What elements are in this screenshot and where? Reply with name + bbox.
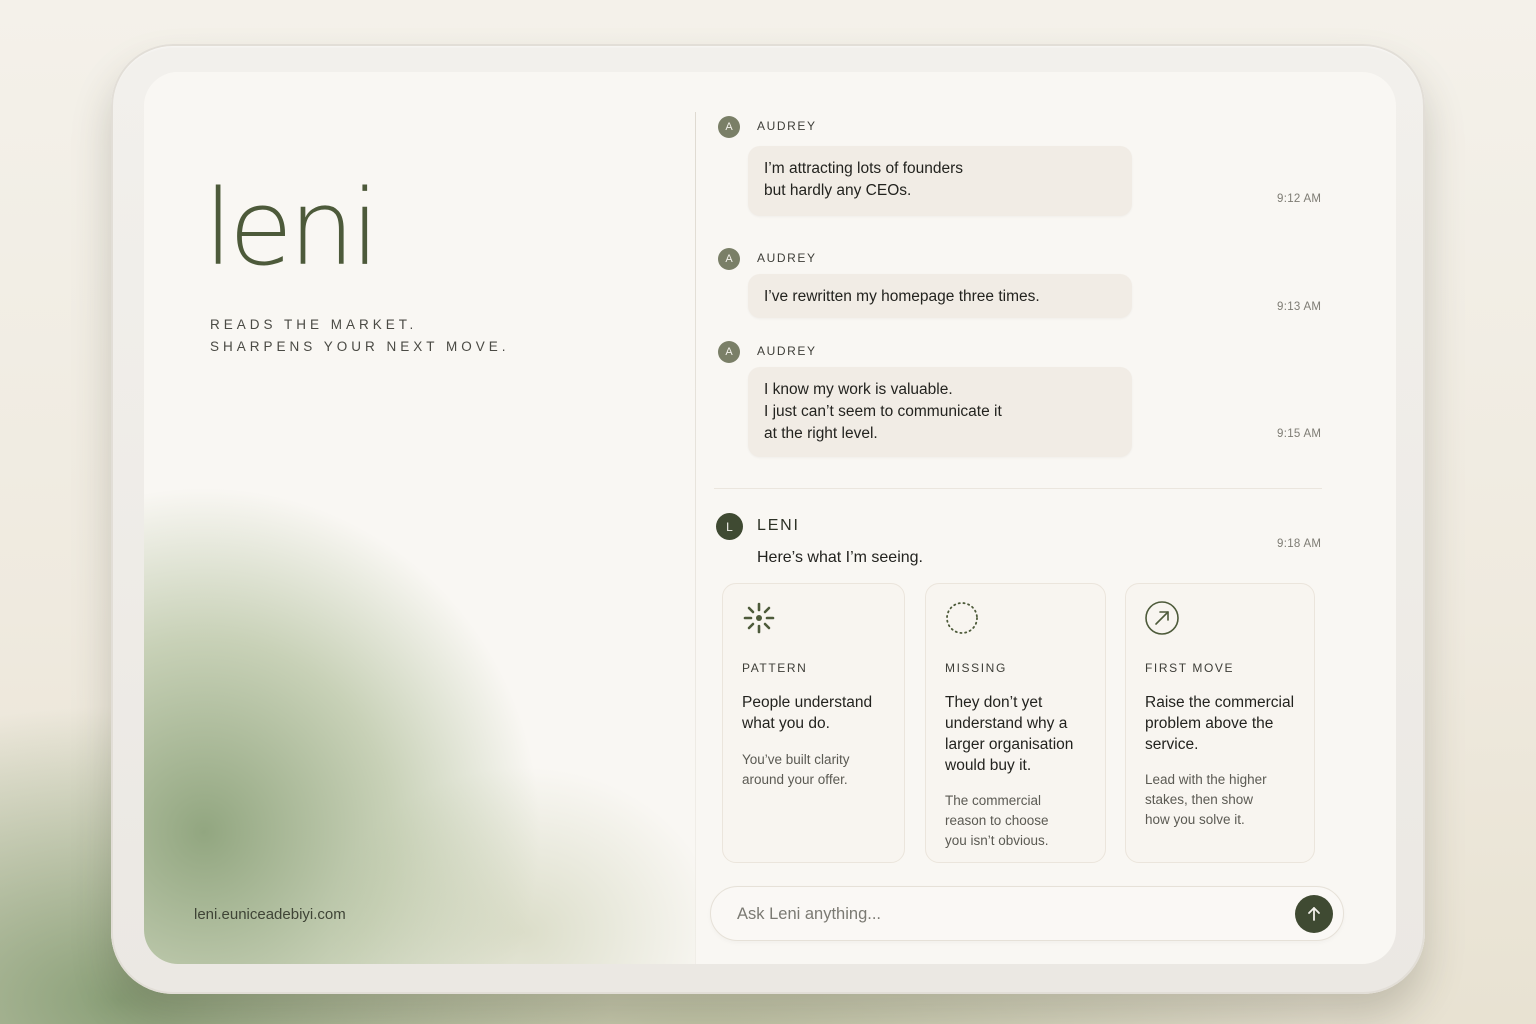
brand-panel: leni READS THE MARKET. SHARPENS YOUR NEX… <box>144 72 696 964</box>
message-composer <box>710 886 1344 941</box>
avatar: A <box>718 248 740 270</box>
message-line: I just can’t seem to communicate it <box>764 403 1002 420</box>
card-body: The commercial reason to choose you isn’t … <box>945 793 1049 848</box>
app-screen: leni READS THE MARKET. SHARPENS YOUR NEX… <box>144 72 1396 964</box>
message-line: at the right level. <box>764 425 878 442</box>
card-label: PATTERN <box>742 661 808 675</box>
sender-name: AUDREY <box>757 251 817 265</box>
avatar: A <box>718 116 740 138</box>
message-bubble: I know my work is valuable. I just can’t… <box>748 367 1132 457</box>
tagline-line-1: READS THE MARKET. <box>210 317 418 332</box>
brand-logo: leni <box>204 167 380 289</box>
card-body: You’ve built clarity around your offer. <box>742 752 850 787</box>
avatar: A <box>718 341 740 363</box>
sender-name: AUDREY <box>757 344 817 358</box>
leni-sender-name: LENI <box>757 517 800 534</box>
card-headline: They don’t yet understand why a larger or… <box>945 694 1074 774</box>
message-line: but hardly any CEOs. <box>764 182 912 199</box>
arrow-up-right-circle-icon <box>1144 600 1180 636</box>
send-button[interactable] <box>1295 895 1333 933</box>
sender-name: AUDREY <box>757 119 817 133</box>
card-headline: Raise the commercial problem above the ser… <box>1145 694 1295 753</box>
message-time: 9:12 AM <box>1277 193 1322 205</box>
message-bubble: I’m attracting lots of founders but hard… <box>748 146 1132 216</box>
insight-card-missing[interactable]: MISSING They don’t yet understand why a l… <box>925 583 1106 863</box>
message-bubble: I’ve rewritten my homepage three times. <box>748 274 1132 318</box>
arrow-up-icon <box>1308 907 1320 921</box>
insight-card-first-move[interactable]: FIRST MOVE Raise the commercial problem a… <box>1125 583 1315 863</box>
ask-input[interactable] <box>737 901 1257 927</box>
message-time: 9:15 AM <box>1277 428 1322 440</box>
brand-tagline: READS THE MARKET. SHARPENS YOUR NEXT MOV… <box>210 314 510 358</box>
message-line: I’ve rewritten my homepage three times. <box>764 288 1040 305</box>
card-label: FIRST MOVE <box>1145 661 1235 675</box>
card-headline: People understand what you do. <box>742 694 873 732</box>
message-time: 9:18 AM <box>1277 538 1322 550</box>
insight-card-pattern[interactable]: PATTERN People understand what you do. Yo… <box>722 583 905 863</box>
dotted-circle-icon <box>944 600 980 636</box>
card-label: MISSING <box>945 661 1007 675</box>
conversation-divider <box>714 488 1322 489</box>
spark-icon <box>741 600 777 636</box>
card-body: Lead with the higher stakes, then show how… <box>1145 772 1267 827</box>
leni-avatar: L <box>716 513 743 540</box>
pane-divider <box>695 112 696 964</box>
tagline-line-2: SHARPENS YOUR NEXT MOVE. <box>210 339 510 354</box>
message-time: 9:13 AM <box>1277 301 1322 313</box>
leni-intro-text: Here’s what I’m seeing. <box>757 549 923 566</box>
message-line: I’m attracting lots of founders <box>764 160 964 177</box>
message-line: I know my work is valuable. <box>764 381 953 398</box>
site-url-link[interactable]: leni.euniceadebiyi.com <box>194 906 346 923</box>
